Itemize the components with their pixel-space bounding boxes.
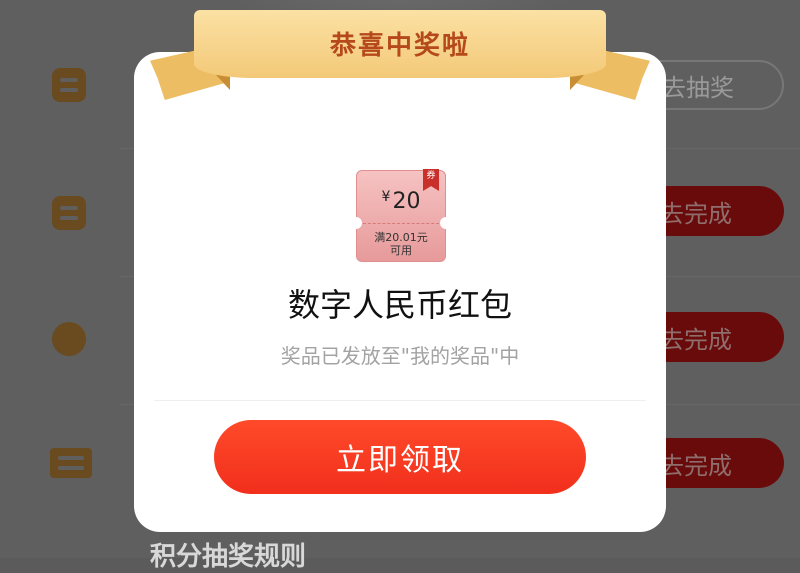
currency-symbol: ¥ [381,189,391,205]
bottom-section-title: 积分抽奖规则 [150,542,307,572]
coupon-value: 20 [392,189,421,214]
congrats-banner: 恭喜中奖啦 [148,10,652,110]
prize-name: 数字人民币红包 [287,286,512,324]
task-list-icon [52,68,86,102]
coupon-amount: ¥20 [357,189,445,214]
coupon-tag: 券 [423,169,439,191]
banner-ribbon: 恭喜中奖啦 [194,10,606,78]
modal-divider [154,400,646,401]
coupon-notch [440,217,452,229]
card-icon [50,448,92,478]
coupon-perforation [363,223,439,224]
coupon-icon: 券 ¥20 满20.01元 可用 [350,169,452,262]
claim-button[interactable]: 立即领取 [214,420,586,494]
coupon-condition-line2: 可用 [390,244,412,257]
wallet-icon [52,196,86,230]
coupon-condition: 满20.01元 可用 [357,231,445,257]
lightning-icon [52,322,86,356]
banner-title: 恭喜中奖啦 [329,30,470,61]
prize-note: 奖品已发放至"我的奖品"中 [280,344,520,368]
coupon-notch [350,217,362,229]
coupon-condition-line1: 满20.01元 [374,231,428,244]
